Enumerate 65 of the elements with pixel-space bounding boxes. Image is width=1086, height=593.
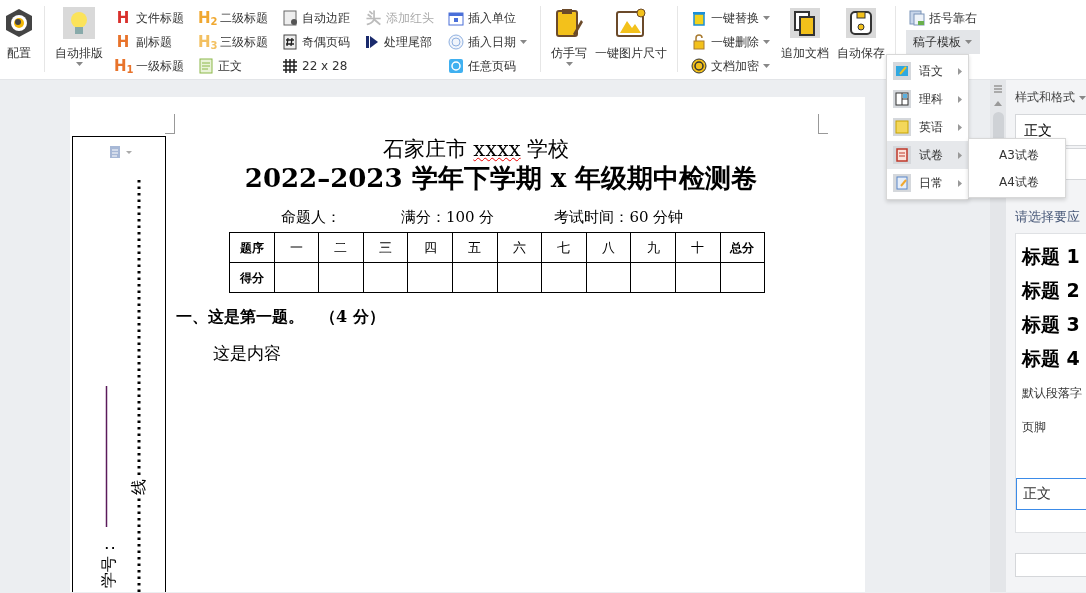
glyph-icon: H$_{1}$ (114, 58, 132, 74)
ribbon-button[interactable]: 文档加密 (688, 54, 773, 78)
ribbon-button[interactable]: H$_{3}$ 三级标题 (195, 30, 271, 54)
ribbon-button[interactable]: 一键替换 (688, 6, 773, 30)
exam-info: 命题人： (281, 207, 341, 228)
ribbon-button[interactable]: 自动保存 (833, 6, 889, 62)
table-cell: 六 (497, 233, 542, 263)
ribbon-button[interactable]: 处理尾部 (361, 30, 437, 54)
ribbon-button[interactable]: 配置 (0, 6, 38, 62)
panel-hint: 请选择要应 (1015, 208, 1081, 226)
ribbon-button[interactable]: 自动排版 (51, 6, 107, 66)
ribbon-button[interactable]: H 文件标题 (111, 6, 187, 30)
glyph-icon: H$_{3}$ (198, 34, 216, 50)
ribbon-button[interactable]: H 副标题 (111, 30, 187, 54)
menu-item[interactable]: 英语 (887, 113, 968, 141)
style-item[interactable]: 标题 1 (1016, 239, 1086, 274)
table-cell: 题序 (229, 233, 275, 263)
table-cell: 九 (630, 233, 676, 263)
ribbon-button[interactable]: 一键图片尺寸 (591, 6, 671, 62)
menu-item[interactable]: 日常 (887, 169, 968, 197)
ribbon-button[interactable]: 任意页码 (445, 54, 530, 78)
style-item[interactable]: 标题 4 (1016, 341, 1086, 376)
table-cell: 四 (407, 233, 453, 263)
ribbon-button[interactable]: 正文 (195, 54, 271, 78)
table-cell: 三 (363, 233, 408, 263)
question-heading: 一、这是第一题。 （4 分） (176, 306, 386, 329)
table-cell: 得分 (229, 263, 275, 293)
ribbon-button[interactable]: 插入日期 (445, 30, 530, 54)
ribbon-button[interactable]: H$_{1}$ 一级标题 (111, 54, 187, 78)
ribbon-button[interactable]: 追加文档 (777, 6, 833, 62)
glyph-icon: H (114, 10, 132, 26)
table-cell: 七 (541, 233, 587, 263)
style-item[interactable]: 标题 2 (1016, 273, 1086, 308)
ribbon-button[interactable]: H$_{2}$ 二级标题 (195, 6, 271, 30)
panel-title[interactable]: 样式和格式 (1015, 88, 1086, 106)
ribbon-button[interactable]: 括号靠右 (906, 6, 980, 30)
table-cell: 总分 (720, 233, 765, 263)
style-item[interactable]: 默认段落字 (1016, 375, 1086, 410)
exam-info: 考试时间：60 分钟 (554, 207, 684, 228)
school-title: 石家庄市 xxxx 学校 (381, 137, 571, 163)
glyph-icon: H (114, 34, 132, 50)
ribbon-button[interactable]: 奇偶页码 (279, 30, 353, 54)
style-item[interactable]: 页脚 (1016, 409, 1086, 444)
ribbon-button[interactable]: 仿手写 (547, 6, 591, 66)
style-item[interactable]: 正文 (1016, 477, 1086, 510)
exam-info: 满分：100 分 (401, 207, 495, 228)
ribbon-button[interactable]: 一键删除 (688, 30, 773, 54)
ribbon-button[interactable]: 22 x 28 (279, 54, 353, 78)
menu-item[interactable]: 理科 (887, 85, 968, 113)
table-cell: 一 (274, 233, 319, 263)
glyph-icon: H$_{2}$ (198, 10, 216, 26)
exam-heading: 2022–2023 学年下学期 x 年级期中检测卷 (243, 162, 759, 196)
menu-item[interactable]: A4试卷 (969, 168, 1065, 195)
table-cell: 五 (452, 233, 498, 263)
table-cell: 十 (675, 233, 721, 263)
question-content: 这是内容 (213, 342, 282, 366)
menu-item[interactable]: 语文 (887, 57, 968, 85)
table-cell: 八 (586, 233, 631, 263)
menu-item[interactable]: 试卷 (887, 141, 968, 169)
glyph-icon: 头 (364, 10, 382, 26)
ribbon-button[interactable]: 稿子模板 (906, 30, 980, 54)
ribbon-button[interactable]: 插入单位 (445, 6, 530, 30)
table-cell: 二 (318, 233, 364, 263)
style-item[interactable]: 标题 3 (1016, 307, 1086, 342)
ribbon-button[interactable]: 自动边距 (279, 6, 353, 30)
